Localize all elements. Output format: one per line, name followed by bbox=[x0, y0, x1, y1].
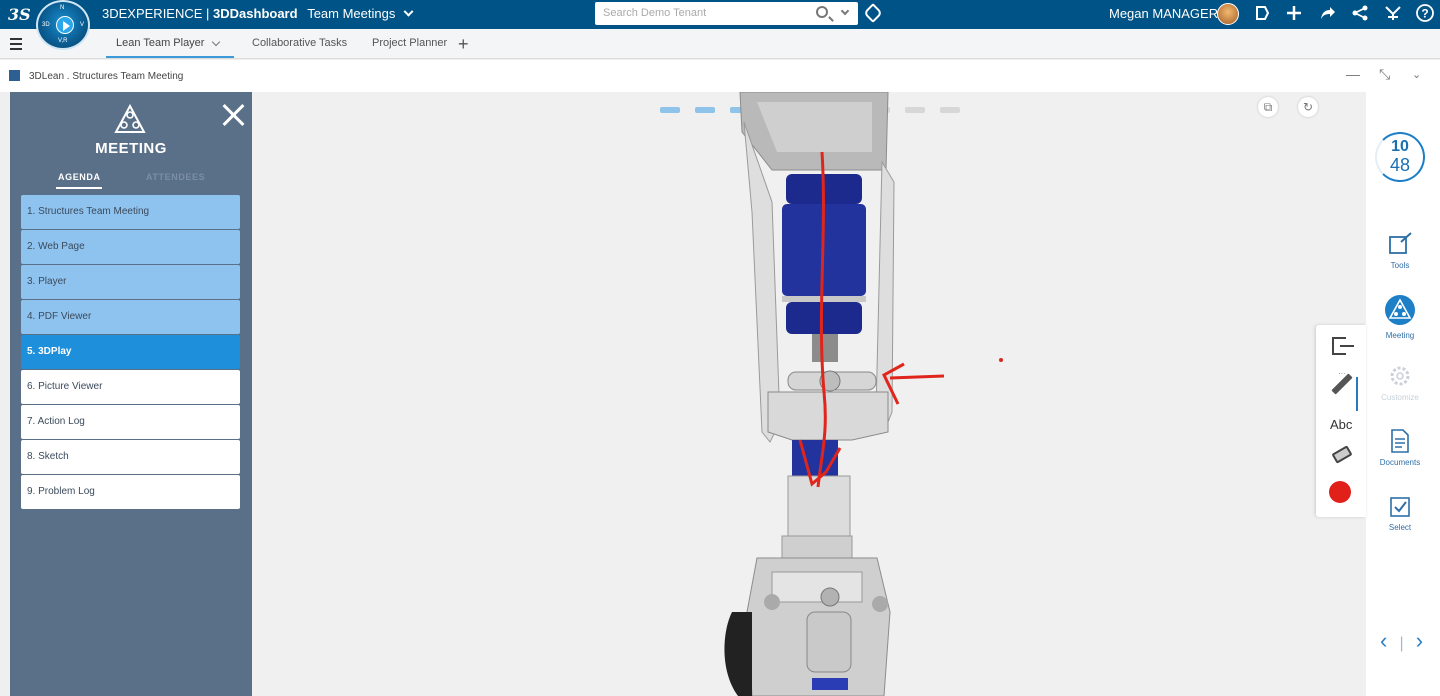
nav-divider: | bbox=[1399, 635, 1404, 652]
tools-button[interactable]: Tools bbox=[1366, 232, 1434, 270]
svg-text:3S: 3S bbox=[8, 5, 31, 24]
dashboard-tabs: Lean Team Player Collaborative Tasks Pro… bbox=[0, 29, 1440, 59]
svg-text:?: ? bbox=[1421, 7, 1428, 21]
tab-collaborative-tasks[interactable]: Collaborative Tasks bbox=[252, 37, 347, 49]
share-arrow-icon[interactable] bbox=[1317, 4, 1337, 24]
compass-label: N bbox=[60, 5, 65, 11]
agenda-item[interactable]: 6. Picture Viewer bbox=[21, 370, 240, 404]
chevron-down-icon[interactable]: ⌄ bbox=[1412, 68, 1421, 81]
agenda-navigation: ‹ | › bbox=[1380, 628, 1423, 654]
meeting-label: Meeting bbox=[1385, 331, 1415, 340]
tools-icon bbox=[1389, 232, 1412, 254]
close-icon[interactable] bbox=[220, 102, 246, 128]
brand-platform: 3DEXPERIENCE | bbox=[102, 6, 214, 21]
right-sidebar: 10 48 Tools Meeting Customize Documents … bbox=[1366, 92, 1440, 696]
play-icon bbox=[56, 16, 74, 34]
help-icon[interactable]: ? bbox=[1415, 4, 1435, 24]
dassault-logo-icon: 3S bbox=[6, 3, 36, 25]
previous-arrow-icon[interactable]: ‹ bbox=[1380, 628, 1387, 653]
tab-lean-team-player[interactable]: Lean Team Player bbox=[116, 37, 204, 49]
user-name[interactable]: Megan MANAGER bbox=[1109, 6, 1218, 21]
chevron-down-icon[interactable] bbox=[840, 6, 850, 16]
chevron-down-icon[interactable] bbox=[211, 37, 221, 47]
color-picker-button[interactable] bbox=[1329, 481, 1351, 503]
timer-hours: 10 bbox=[1391, 138, 1409, 155]
snapshot-icon[interactable]: ⧉ bbox=[1258, 97, 1278, 117]
tab-project-planner[interactable]: Project Planner bbox=[372, 37, 447, 49]
apps-icon[interactable] bbox=[1383, 4, 1403, 24]
exit-icon[interactable] bbox=[1332, 337, 1354, 355]
agenda-item[interactable]: 7. Action Log bbox=[21, 405, 240, 439]
documents-label: Documents bbox=[1379, 458, 1421, 467]
agenda-list: 1. Structures Team Meeting 2. Web Page 3… bbox=[21, 195, 240, 510]
share-icon[interactable] bbox=[1350, 4, 1370, 24]
add-icon[interactable] bbox=[1284, 4, 1304, 24]
3d-viewport[interactable]: ⧉ ↻ bbox=[252, 92, 1366, 696]
app-brand[interactable]: 3DEXPERIENCE | 3DDashboard Team Meetings bbox=[102, 6, 414, 21]
tag-icon[interactable] bbox=[863, 3, 883, 23]
search-box[interactable]: Search Demo Tenant bbox=[595, 2, 858, 25]
agenda-item[interactable]: 1. Structures Team Meeting bbox=[21, 195, 240, 229]
panel-title: MEETING bbox=[95, 140, 167, 157]
select-button[interactable]: Select bbox=[1366, 496, 1434, 532]
avatar[interactable] bbox=[1217, 3, 1239, 25]
collapse-icon[interactable]: ⤡ bbox=[1379, 66, 1390, 83]
tab-attendees[interactable]: ATTENDEES bbox=[146, 172, 205, 182]
brand-app: 3DDashboard bbox=[213, 6, 298, 21]
chevron-down-icon[interactable] bbox=[403, 6, 414, 17]
timer-minutes: 48 bbox=[1389, 155, 1411, 175]
menu-icon[interactable] bbox=[10, 38, 24, 50]
active-tab-indicator bbox=[106, 56, 234, 58]
sketch-annotation bbox=[798, 151, 945, 488]
compass-label: V bbox=[80, 22, 85, 28]
agenda-item[interactable]: 9. Problem Log bbox=[21, 475, 240, 509]
agenda-item[interactable]: 5. 3DPlay bbox=[21, 335, 240, 369]
top-bar: 3S N 3D V V,R 3DEXPERIENCE | 3DDashboard… bbox=[0, 0, 1440, 50]
dashboard-name[interactable]: Team Meetings bbox=[307, 6, 395, 21]
eraser-icon[interactable] bbox=[1331, 445, 1353, 464]
compass-button[interactable]: N 3D V V,R bbox=[36, 0, 90, 50]
agenda-item[interactable]: 3. Player bbox=[21, 265, 240, 299]
customize-button[interactable]: Customize bbox=[1366, 364, 1434, 402]
meeting-button[interactable]: Meeting bbox=[1366, 294, 1434, 340]
next-arrow-icon[interactable]: › bbox=[1416, 628, 1423, 653]
compass-label: 3D bbox=[42, 22, 50, 28]
widget-logo-icon bbox=[9, 70, 20, 81]
drawing-toolbar: ··· Abc bbox=[1316, 325, 1366, 517]
customize-label: Customize bbox=[1381, 393, 1419, 402]
agenda-item[interactable]: 4. PDF Viewer bbox=[21, 300, 240, 334]
select-icon bbox=[1390, 497, 1410, 517]
agenda-item[interactable]: 2. Web Page bbox=[21, 230, 240, 264]
search-icon[interactable] bbox=[816, 6, 828, 18]
widget-title: 3DLean . Structures Team Meeting bbox=[29, 71, 184, 82]
meeting-timer: 10 48 bbox=[1375, 132, 1425, 182]
document-icon bbox=[1391, 429, 1409, 453]
add-tab-icon[interactable]: + bbox=[458, 34, 469, 55]
active-tab-indicator bbox=[56, 187, 102, 189]
select-label: Select bbox=[1388, 523, 1412, 532]
annotation-dot bbox=[999, 358, 1003, 362]
meeting-icon bbox=[114, 104, 146, 133]
refresh-icon[interactable]: ↻ bbox=[1298, 97, 1318, 117]
compass-label: V,R bbox=[58, 38, 68, 44]
notifications-icon[interactable] bbox=[1252, 4, 1272, 24]
search-input[interactable]: Search Demo Tenant bbox=[603, 7, 706, 19]
agenda-item[interactable]: 8. Sketch bbox=[21, 440, 240, 474]
tools-label: Tools bbox=[1390, 261, 1410, 270]
tab-agenda[interactable]: AGENDA bbox=[58, 172, 101, 182]
minimize-icon[interactable]: — bbox=[1346, 66, 1360, 82]
meeting-panel: MEETING AGENDA ATTENDEES 1. Structures T… bbox=[10, 92, 252, 696]
selected-tool-indicator bbox=[1356, 377, 1358, 411]
text-tool-button[interactable]: Abc bbox=[1330, 417, 1352, 432]
documents-button[interactable]: Documents bbox=[1366, 429, 1434, 467]
meeting-icon bbox=[1385, 295, 1415, 325]
gear-icon bbox=[1390, 366, 1410, 386]
widget-header: 3DLean . Structures Team Meeting — ⤡ ⌄ bbox=[0, 60, 1440, 92]
